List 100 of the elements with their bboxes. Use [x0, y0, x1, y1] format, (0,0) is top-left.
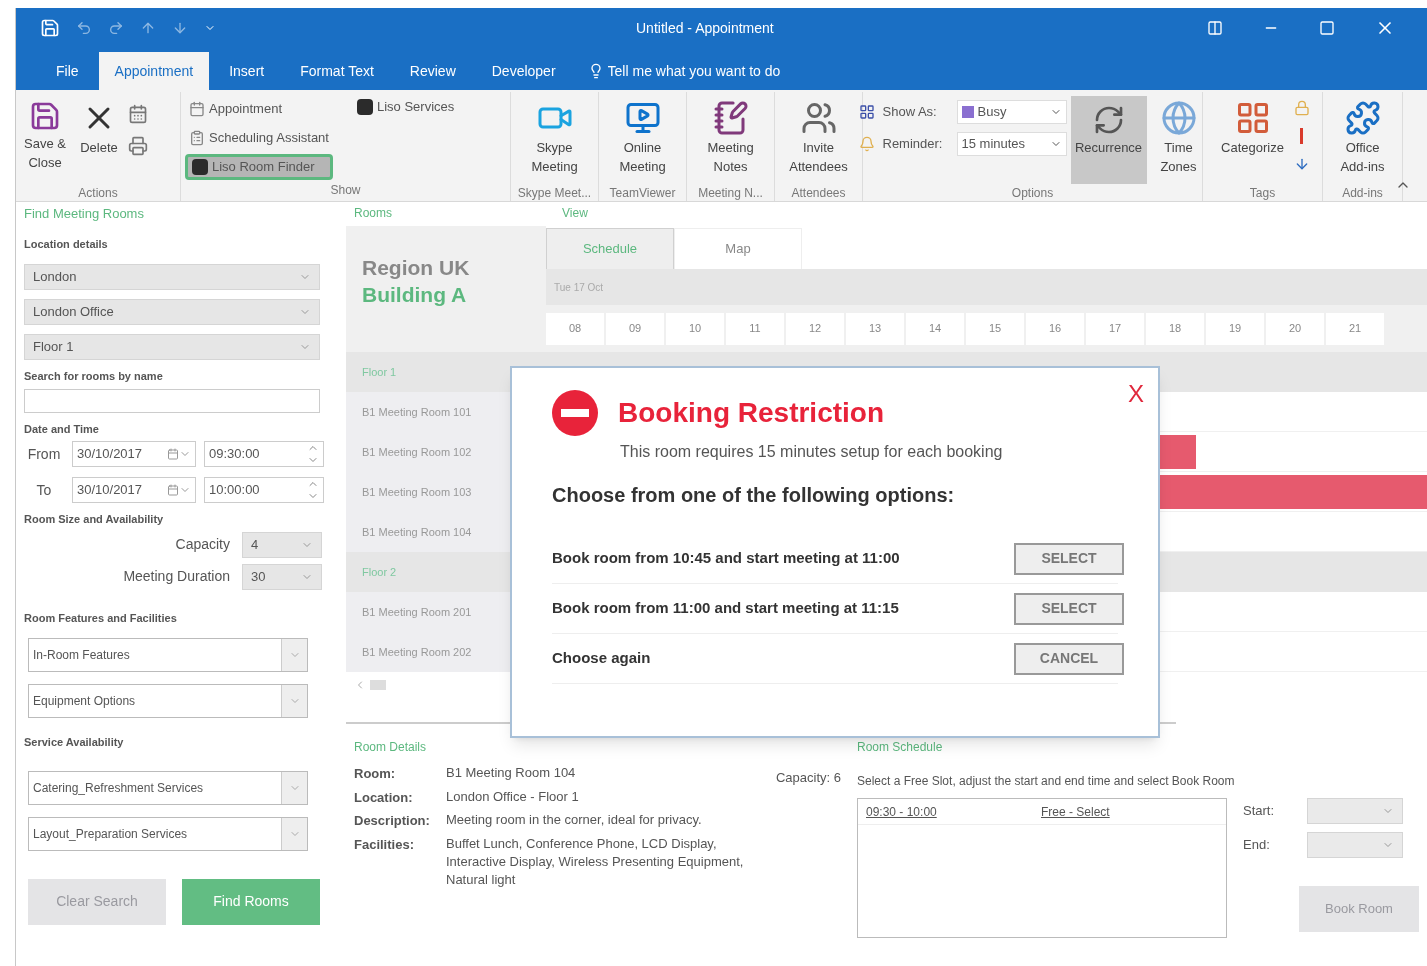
ribbon-button[interactable]: Time Zones — [1150, 96, 1207, 184]
scrollbar-thumb[interactable] — [370, 680, 386, 690]
group-label: Add-ins — [1342, 185, 1383, 202]
field-label: Meeting Duration — [123, 567, 230, 586]
ribbon-button[interactable]: Scheduling Assistant — [185, 125, 333, 151]
field-label: Facilities: — [354, 835, 415, 854]
ribbon-button[interactable]: Online Meeting — [606, 96, 679, 184]
dropdown-field[interactable]: Layout_Preparation Services — [28, 816, 308, 851]
ribbon-button[interactable]: Categorize — [1215, 96, 1290, 184]
ribbon-button[interactable]: Recurrence — [1070, 96, 1147, 184]
ribbon-tab[interactable]: Developer — [475, 52, 572, 90]
clipboard-icon — [189, 130, 205, 146]
section-label: Date and Time — [24, 421, 100, 437]
hour-label: 09 — [606, 312, 664, 345]
section-label: Room Schedule — [857, 739, 944, 756]
field-label: Room: — [354, 765, 397, 783]
dropdown-field[interactable]: Floor 1 — [24, 334, 320, 360]
ribbon-tab[interactable]: Appointment — [98, 52, 210, 90]
field-value: B1 Meeting Room 104 — [446, 764, 576, 782]
dropdown-field[interactable]: London Office — [24, 299, 320, 325]
option-button[interactable]: CANCEL — [1014, 642, 1124, 675]
floor-label: Floor 1 — [361, 364, 398, 380]
date-field[interactable]: 30/10/2017 — [72, 477, 196, 503]
dropdown-field[interactable]: 30 — [242, 563, 322, 590]
window-title: Untitled - Appointment — [636, 18, 774, 38]
view-tab[interactable]: Map — [674, 228, 802, 269]
maximize-icon[interactable] — [1319, 20, 1335, 36]
ribbon-button[interactable]: Liso Room Finder — [185, 154, 333, 180]
dropdown-field[interactable]: Equipment Options — [28, 684, 308, 718]
dropdown-field[interactable] — [1307, 798, 1403, 824]
ribbon-button[interactable]: Invite Attendees — [782, 96, 855, 184]
save-icon[interactable] — [40, 18, 60, 38]
dropdown-field[interactable]: 4 — [242, 531, 322, 558]
app-icon — [356, 99, 373, 115]
section-label: Search for rooms by name — [24, 369, 164, 384]
field-label: Reminder: — [882, 135, 944, 154]
ribbon-button[interactable]: Save & Close — [20, 96, 70, 184]
ribbon-tab[interactable]: Review — [393, 52, 472, 90]
ribbon-button[interactable]: Skype Meeting — [518, 96, 591, 184]
printer-icon[interactable] — [128, 136, 148, 156]
section-label: Room Size and Availability — [24, 512, 165, 527]
capacity-text: Capacity: 6 — [775, 769, 841, 787]
field-value: Meeting room in the corner, ideal for privacy. — [446, 811, 702, 829]
ribbon-button[interactable]: Office Add-ins — [1330, 96, 1395, 184]
dropdown-field[interactable] — [1307, 832, 1403, 858]
search-field[interactable] — [24, 388, 320, 413]
hour-label: 20 — [1266, 312, 1324, 345]
status-swatch — [961, 106, 974, 118]
ribbon-button[interactable]: Delete — [74, 96, 124, 184]
instruction-text: Select a Free Slot, adjust the start and end time and select Book Room — [857, 773, 1236, 790]
group-label: Actions — [77, 185, 119, 202]
hour-label: 10 — [666, 312, 724, 345]
ribbon-button[interactable]: Appointment — [185, 96, 333, 122]
option-button[interactable]: SELECT — [1014, 592, 1124, 625]
hour-label: 15 — [966, 312, 1024, 345]
notebook-icon — [712, 100, 749, 136]
field-label: Description: — [354, 812, 431, 830]
region-name: Region UK — [362, 255, 471, 281]
ribbon-tab[interactable]: Format Text — [284, 52, 390, 90]
hour-label: 14 — [906, 312, 964, 345]
slot-time[interactable]: 09:30 - 10:00 — [858, 802, 1033, 821]
tell-me-field[interactable]: Tell me what you want to do — [607, 60, 808, 82]
field-label: Location: — [354, 788, 414, 807]
dropdown-field[interactable]: London — [24, 264, 320, 290]
group-label: Show — [329, 182, 362, 199]
hour-label: 11 — [726, 312, 784, 345]
hour-label: 21 — [1326, 312, 1384, 345]
time-field[interactable]: 09:30:00 — [204, 441, 324, 467]
close-button[interactable]: X — [1128, 376, 1144, 412]
group-label: Meeting N... — [698, 185, 763, 202]
option-text: Book room from 11:00 and start meeting at 11:15 — [552, 598, 899, 619]
time-field[interactable]: 10:00:00 — [204, 477, 324, 503]
option-button[interactable]: SELECT — [1014, 542, 1124, 575]
ribbon-tab[interactable]: File — [40, 52, 95, 90]
group-label: Attendees — [791, 185, 846, 202]
people-icon — [800, 100, 837, 136]
date-field[interactable]: 30/10/2017 — [72, 441, 196, 467]
ribbon-display-icon[interactable] — [1207, 20, 1223, 36]
ribbon-button[interactable]: Liso Services — [352, 96, 459, 118]
building-name: Building A — [362, 282, 468, 308]
option-text: Book room from 10:45 and start meeting at 11:00 — [552, 548, 900, 569]
option-text: Choose again — [552, 648, 651, 669]
monitor-icon — [624, 100, 661, 136]
group-label: Options — [1011, 185, 1054, 202]
group-label: TeamViewer — [609, 185, 676, 202]
ribbon-button[interactable]: Meeting Notes — [694, 96, 767, 184]
panel-title: Find Meeting Rooms — [24, 205, 145, 223]
hour-label: 16 — [1026, 312, 1084, 345]
dropdown-field[interactable]: In-Room Features — [28, 638, 308, 672]
field-value: Buffet Lunch, Conference Phone, LCD Display, Interactive Display, Wireless Presenting Equipment, Natural light — [446, 834, 745, 889]
section-label: Room Features and Facilities — [24, 610, 178, 626]
hour-label: 13 — [846, 312, 904, 345]
dropdown-field[interactable]: Busy — [956, 100, 1067, 124]
hour-label: 12 — [786, 312, 844, 345]
lock-icon[interactable] — [1293, 100, 1310, 116]
slot-link[interactable]: Free - Select — [1033, 802, 1110, 821]
ribbon-tab[interactable]: Insert — [213, 52, 281, 90]
field-label: Show As: — [882, 103, 938, 122]
dropdown-field[interactable]: 15 minutes — [956, 132, 1067, 156]
dropdown-field[interactable]: Catering_Refreshment Services — [28, 770, 308, 805]
